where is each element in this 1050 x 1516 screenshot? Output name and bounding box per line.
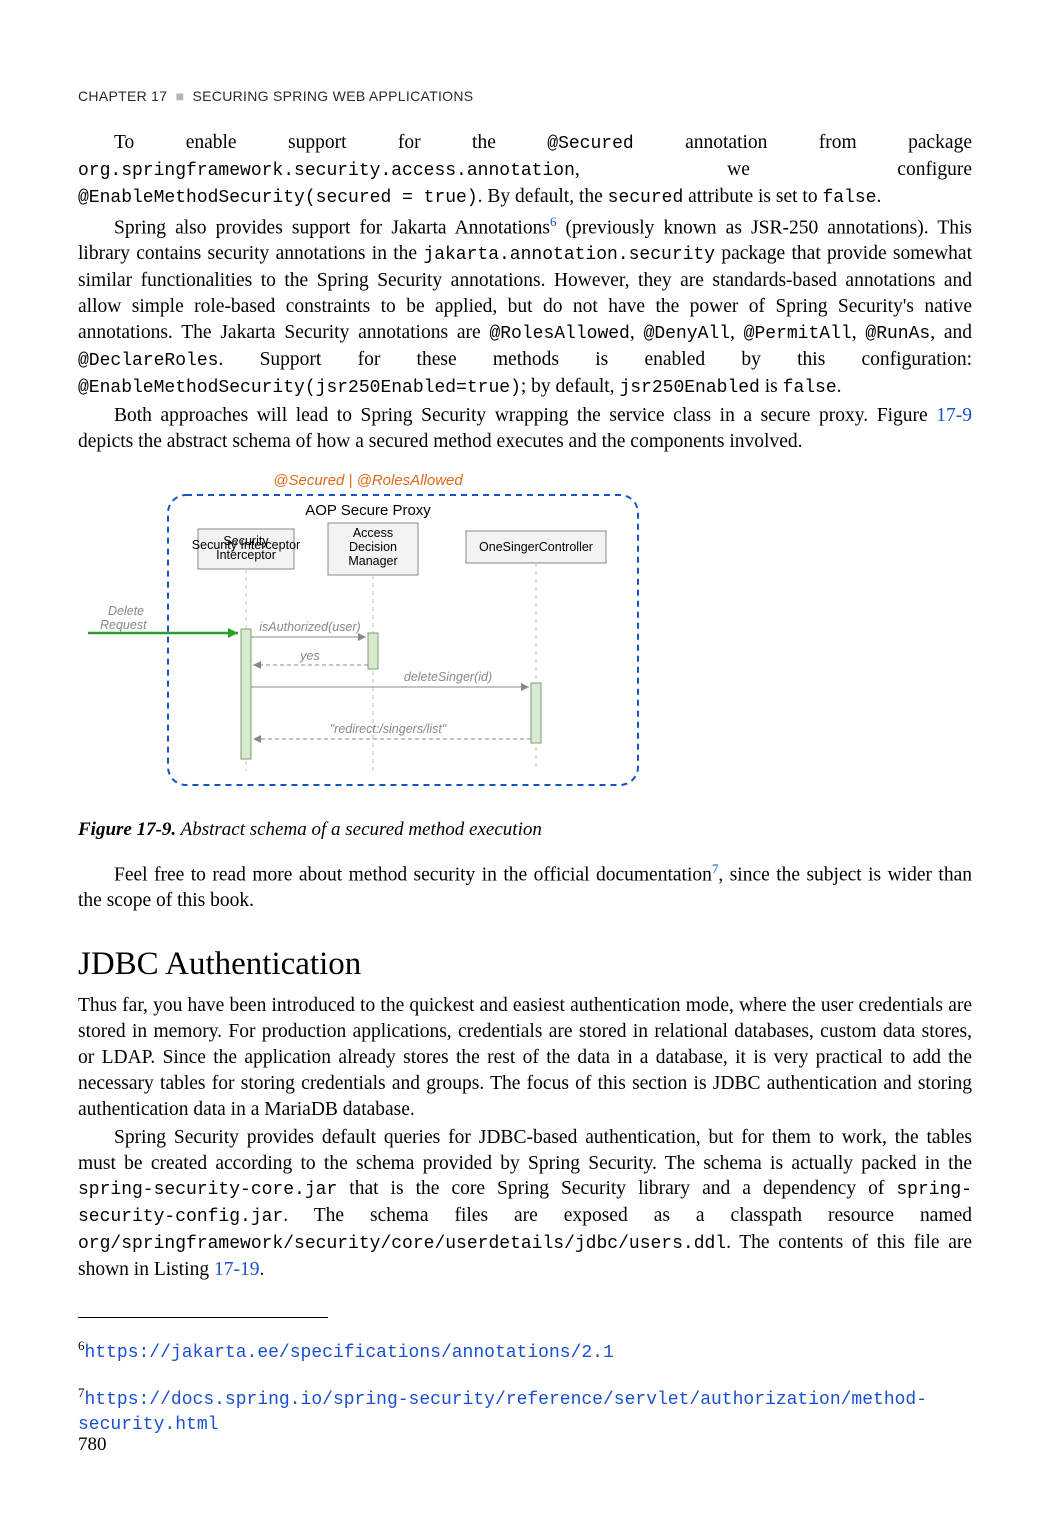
text: is [760,376,783,397]
text: To enable support for the [114,132,547,153]
text: Thus far, you have been introduced to th… [78,995,972,1120]
activation-manager [368,633,378,669]
code-secured: @Secured [547,134,633,154]
code-declare: @DeclareRoles [78,351,218,371]
delete-label-1: Delete [108,604,144,618]
page-number: 780 [78,1434,107,1456]
text: , and [930,322,972,343]
activation-controller [531,683,541,743]
footnote-6-link[interactable]: https://jakarta.ee/specifications/annota… [85,1343,614,1363]
paragraph-6: Spring Security provides default queries… [78,1125,972,1284]
box2-l2: Decision [349,540,397,554]
box2-l1: Access [353,526,393,540]
text: . The schema files are exposed as a clas… [283,1205,972,1226]
text: . [259,1259,264,1280]
code-jakarta: jakarta.annotation.security [423,245,715,265]
text: Spring also provides support for Jakarta… [114,217,550,238]
paragraph-5: Thus far, you have been introduced to th… [78,993,972,1123]
isauth-label: isAuthorized(user) [259,620,360,634]
arrow-head-4 [521,683,529,691]
paragraph-2: Spring also provides support for Jakarta… [78,213,972,401]
text: . Support for these methods is enabled b… [218,349,972,370]
figure-caption-title: Abstract schema of a secured method exec… [176,819,542,840]
anno-secured: @Secured | @RolesAllowed [273,472,463,489]
arrow-head-1 [228,628,238,638]
text: . [837,376,842,397]
code-denyall: @DenyAll [644,324,730,344]
text: Feel free to read more about method secu… [114,864,712,885]
code-ddl-path: org/springframework/security/core/userde… [78,1234,726,1254]
delete-label-2: Request [100,618,147,632]
footnotes-separator [78,1317,328,1318]
text: attribute is set to [683,186,822,207]
redirect-label: "redirect:/singers/list" [330,722,447,736]
arrow-head-2 [358,633,366,641]
proxy-label: AOP Secure Proxy [305,502,431,519]
paragraph-4: Feel free to read more about method secu… [78,860,972,914]
arrow-head-3 [253,661,261,669]
chapter-title: SECURING SPRING WEB APPLICATIONS [193,88,474,104]
chapter-num: CHAPTER 17 [78,88,167,104]
text: depicts the abstract schema of how a sec… [78,431,803,452]
yes-label: yes [299,649,319,663]
text: annotation from package [634,132,972,153]
header-sep: ■ [172,88,189,104]
box1-l1: Security [223,534,269,548]
code-package: org.springframework.security.access.anno… [78,161,575,181]
code-attr: secured [608,188,684,208]
code-jsr250: @EnableMethodSecurity(jsr250Enabled=true… [78,378,521,398]
box1-l2: Interceptor [216,548,276,562]
code-permitall: @PermitAll [744,324,852,344]
figure-caption-label: Figure 17-9. [78,819,176,840]
text: , we configure [575,159,972,180]
figure-ref-17-9[interactable]: 17-9 [936,405,972,426]
running-header: CHAPTER 17 ■ SECURING SPRING WEB APPLICA… [78,88,972,104]
paragraph-1: To enable support for the @Secured annot… [78,130,972,211]
code-roles: @RolesAllowed [489,324,629,344]
secured-method-diagram: @Secured | @RolesAllowed AOP Secure Prox… [88,471,648,801]
arrow-head-5 [253,735,261,743]
figure-caption: Figure 17-9. Abstract schema of a secure… [78,819,972,841]
paragraph-3: Both approaches will lead to Spring Secu… [78,403,972,455]
code-false: false [822,188,876,208]
deletesinger-label: deleteSinger(id) [404,670,492,684]
text: that is the core Spring Security library… [337,1178,896,1199]
text: Both approaches will lead to Spring Secu… [114,405,936,426]
footnote-7-link[interactable]: https://docs.spring.io/spring-security/r… [78,1390,927,1435]
text: Spring Security provides default queries… [78,1127,972,1174]
box2-l3: Manager [348,554,397,568]
code-runas: @RunAs [865,324,930,344]
text: . [876,186,881,207]
code-false: false [783,378,837,398]
text: . By default, the [478,186,608,207]
section-jdbc-auth: JDBC Authentication [78,946,972,983]
footnote-7: 7https://docs.spring.io/spring-security/… [78,1384,972,1438]
controller-label: OneSingerController [479,540,593,554]
text: ; by default, [521,376,620,397]
code-core-jar: spring-security-core.jar [78,1180,337,1200]
listing-ref-17-19[interactable]: 17-19 [214,1259,260,1280]
figure-17-9: @Secured | @RolesAllowed AOP Secure Prox… [88,471,648,801]
activation-interceptor [241,629,251,759]
code-jsr250enabled: jsr250Enabled [619,378,759,398]
code-enable: @EnableMethodSecurity(secured = true) [78,188,478,208]
footnote-6: 6https://jakarta.ee/specifications/annot… [78,1337,972,1365]
